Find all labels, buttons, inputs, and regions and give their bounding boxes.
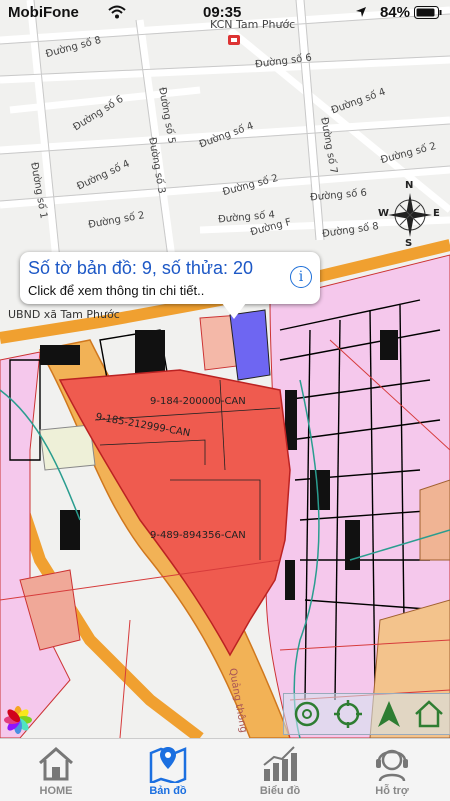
battery-icon [414, 6, 442, 19]
compass-south: S [405, 238, 413, 249]
popup-pointer [222, 303, 246, 319]
gps-target-icon[interactable] [331, 698, 365, 730]
tab-chart[interactable]: Biểu đồ [224, 739, 336, 801]
tab-label-home: HOME [39, 785, 73, 797]
compass-north: N [405, 180, 414, 191]
compass-east: E [433, 208, 440, 219]
clock: 09:35 [203, 4, 242, 21]
parcel-popup[interactable]: Số tờ bản đồ: 9, số thửa: 20 Click để xe… [20, 252, 320, 304]
map-canvas[interactable] [0, 0, 450, 738]
parcel-label: 9-184-200000-CAN [150, 396, 246, 407]
poi-marker-icon [228, 35, 240, 45]
photos-icon[interactable] [4, 706, 32, 734]
info-icon[interactable]: i [290, 266, 312, 288]
map-pin-icon [149, 747, 187, 783]
tab-bar: HOME Bản đồ Biểu đồ Hỗ trợ [0, 738, 450, 801]
cadastral-map[interactable]: KCN Tam Phước Đường số 8 Đường số 6 Đườn… [0, 0, 450, 738]
locate-icon[interactable] [290, 698, 324, 730]
status-bar: MobiFone 09:35 84% [0, 0, 450, 26]
tab-support[interactable]: Hỗ trợ [336, 739, 448, 801]
popup-title: Số tờ bản đồ: 9, số thửa: 20 [28, 258, 253, 278]
place-label-ubnd: UBND xã Tam Phước [8, 308, 120, 321]
tab-home[interactable]: HOME [0, 739, 112, 801]
tab-label-chart: Biểu đồ [259, 785, 301, 797]
compass-west: W [378, 208, 390, 219]
parcel-label: 9-489-894356-CAN [150, 530, 246, 541]
navigation-arrow-icon[interactable] [372, 698, 406, 730]
map-toolbar [283, 693, 450, 735]
tab-map[interactable]: Bản đồ [112, 739, 224, 801]
popup-subtitle[interactable]: Click để xem thông tin chi tiết.. [28, 283, 204, 298]
carrier-label: MobiFone [8, 4, 79, 21]
tab-label-support: Hỗ trợ [375, 785, 409, 797]
home-map-icon[interactable] [412, 698, 446, 730]
headset-support-icon [376, 749, 408, 782]
battery-percent: 84% [379, 4, 410, 21]
tab-label-map: Bản đồ [149, 785, 187, 797]
wifi-icon [108, 5, 126, 19]
bar-chart-icon [263, 746, 297, 781]
home-icon [39, 747, 73, 781]
location-icon [356, 7, 366, 17]
